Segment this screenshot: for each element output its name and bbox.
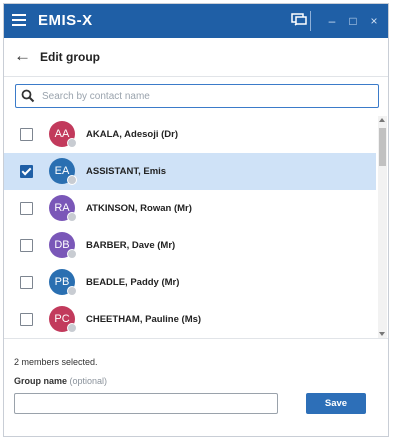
list-scrollbar[interactable] xyxy=(378,116,387,338)
brand-logo: EMIS-X xyxy=(38,12,93,29)
contact-name: ATKINSON, Rowan (Mr) xyxy=(86,203,192,214)
contact-checkbox[interactable] xyxy=(20,128,33,141)
contact-list: AA AKALA, Adesoji (Dr) EA ASSISTANT, Emi… xyxy=(4,116,376,338)
close-button[interactable]: × xyxy=(364,12,384,30)
contact-checkbox[interactable] xyxy=(20,165,33,178)
chat-icon[interactable] xyxy=(291,13,307,27)
contact-name: CHEETHAM, Pauline (Ms) xyxy=(86,314,202,325)
contact-row[interactable]: RA ATKINSON, Rowan (Mr) xyxy=(4,190,376,227)
contact-name: BEADLE, Paddy (Mr) xyxy=(86,277,180,288)
arrow-left-icon[interactable]: ← xyxy=(14,47,32,65)
scroll-down-icon[interactable] xyxy=(379,332,385,336)
contact-row[interactable]: PC CHEETHAM, Pauline (Ms) xyxy=(4,301,376,338)
search-input[interactable] xyxy=(40,87,374,106)
maximize-button[interactable]: □ xyxy=(343,12,363,30)
search-box[interactable] xyxy=(15,84,379,108)
contact-row[interactable]: AA AKALA, Adesoji (Dr) xyxy=(4,116,376,153)
status-indicator xyxy=(67,249,77,259)
contact-name: ASSISTANT, Emis xyxy=(86,166,167,177)
contact-checkbox[interactable] xyxy=(20,276,33,289)
contact-checkbox[interactable] xyxy=(20,202,33,215)
contact-checkbox[interactable] xyxy=(20,239,33,252)
minimize-button[interactable]: – xyxy=(322,12,342,30)
contact-name: AKALA, Adesoji (Dr) xyxy=(86,129,179,140)
selected-count: 2 members selected. xyxy=(14,357,98,367)
status-indicator xyxy=(67,323,77,333)
optional-hint: (optional) xyxy=(69,376,108,386)
app-window: EMIS-X – □ × ← Edit group AA AKALA, Ades… xyxy=(3,3,389,437)
status-indicator xyxy=(67,138,77,148)
contact-row[interactable]: PB BEADLE, Paddy (Mr) xyxy=(4,264,376,301)
search-icon xyxy=(21,89,35,103)
title-bar: EMIS-X – □ × xyxy=(4,4,388,38)
status-indicator xyxy=(67,175,77,185)
group-name-input[interactable] xyxy=(14,393,278,414)
contact-name: BARBER, Dave (Mr) xyxy=(86,240,176,251)
contact-row[interactable]: DB BARBER, Dave (Mr) xyxy=(4,227,376,264)
save-button[interactable]: Save xyxy=(306,393,366,414)
status-indicator xyxy=(67,212,77,222)
page-title: Edit group xyxy=(40,50,100,64)
contact-row[interactable]: EA ASSISTANT, Emis xyxy=(4,153,376,190)
menu-icon[interactable] xyxy=(12,14,26,26)
group-name-label-text: Group name xyxy=(14,376,68,386)
title-separator xyxy=(310,11,311,31)
page-header: ← Edit group xyxy=(4,38,388,77)
scroll-thumb[interactable] xyxy=(379,128,386,166)
group-name-label: Group name (optional) xyxy=(14,376,107,386)
scroll-up-icon[interactable] xyxy=(379,118,385,122)
contact-checkbox[interactable] xyxy=(20,313,33,326)
status-indicator xyxy=(67,286,77,296)
group-footer: 2 members selected. Group name (optional… xyxy=(4,338,388,436)
